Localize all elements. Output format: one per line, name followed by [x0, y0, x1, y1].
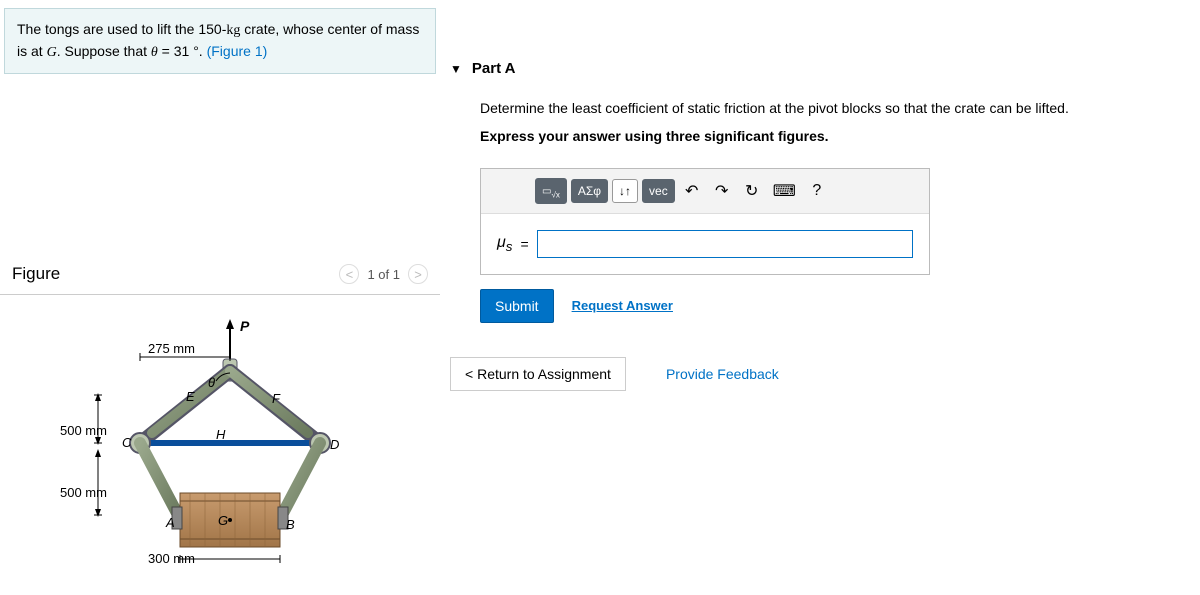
question-instruction: Express your answer using three signific…	[480, 125, 1160, 147]
return-button[interactable]: < Return to Assignment	[450, 357, 626, 391]
divider	[0, 294, 440, 295]
vec-button[interactable]: vec	[642, 179, 675, 203]
var-G: G	[47, 45, 57, 60]
label-P: P	[240, 318, 250, 334]
prompt-text4: = 31 °.	[158, 43, 207, 59]
dim-300: 300 mm	[148, 551, 195, 565]
problem-prompt: The tongs are used to lift the 150-kg cr…	[4, 8, 436, 74]
right-column: ▼ Part A Determine the least coefficient…	[450, 50, 1190, 391]
figure-header: Figure < 1 of 1 >	[0, 264, 440, 284]
caret-down-icon: ▼	[450, 62, 462, 76]
label-E: E	[186, 389, 195, 404]
subscript-button[interactable]: ↓↑	[612, 179, 638, 203]
answer-actions: Submit Request Answer	[480, 289, 1190, 323]
submit-button[interactable]: Submit	[480, 289, 554, 323]
question-text: Determine the least coefficient of stati…	[480, 97, 1160, 119]
label-C: C	[122, 435, 132, 450]
label-F: F	[272, 391, 281, 406]
dim-275: 275 mm	[148, 341, 195, 356]
prompt-text3: . Suppose that	[57, 43, 151, 59]
figure-link[interactable]: (Figure 1)	[207, 43, 268, 59]
answer-input[interactable]	[537, 230, 913, 258]
dim-500a: 500 mm	[60, 423, 107, 438]
label-B: B	[286, 517, 295, 532]
answer-row: μs =	[481, 214, 929, 274]
undo-button[interactable]: ↶	[679, 177, 705, 205]
var-theta: θ	[151, 45, 158, 60]
label-theta: θ	[208, 375, 215, 390]
question-block: Determine the least coefficient of stati…	[480, 97, 1160, 148]
figure-nav: < 1 of 1 >	[339, 264, 428, 284]
figure-title: Figure	[12, 264, 60, 284]
prev-figure-button[interactable]: <	[339, 264, 359, 284]
figure-counter: 1 of 1	[367, 267, 400, 282]
answer-box: ▭√x ΑΣφ ↓↑ vec ↶ ↷ ↻ ⌨ ? μs =	[480, 168, 930, 275]
answer-variable: μs	[497, 234, 512, 254]
label-A: A	[165, 515, 175, 530]
part-a-title: Part A	[472, 60, 516, 77]
left-column: The tongs are used to lift the 150-kg cr…	[0, 0, 440, 595]
equation-toolbar: ▭√x ΑΣφ ↓↑ vec ↶ ↷ ↻ ⌨ ?	[481, 169, 929, 214]
figure-diagram: P	[40, 315, 400, 575]
dim-500b: 500 mm	[60, 485, 107, 500]
provide-feedback-link[interactable]: Provide Feedback	[666, 366, 779, 382]
redo-button[interactable]: ↷	[709, 177, 735, 205]
bottom-actions: < Return to Assignment Provide Feedback	[450, 357, 1190, 391]
help-button[interactable]: ?	[804, 178, 830, 204]
tongs-diagram: P	[40, 315, 380, 565]
templates-button[interactable]: ▭√x	[535, 178, 567, 204]
label-G: G	[218, 513, 228, 528]
prompt-text: The tongs are used to lift the 150-	[17, 21, 226, 37]
next-figure-button[interactable]: >	[408, 264, 428, 284]
greek-button[interactable]: ΑΣφ	[571, 179, 608, 203]
unit-kg: kg	[226, 23, 240, 38]
equals: =	[520, 236, 528, 252]
label-D: D	[330, 437, 339, 452]
reset-button[interactable]: ↻	[739, 177, 765, 205]
part-a-header[interactable]: ▼ Part A	[450, 50, 1190, 97]
keyboard-button[interactable]: ⌨	[769, 177, 800, 205]
request-answer-link[interactable]: Request Answer	[572, 298, 673, 313]
label-H: H	[216, 427, 226, 442]
